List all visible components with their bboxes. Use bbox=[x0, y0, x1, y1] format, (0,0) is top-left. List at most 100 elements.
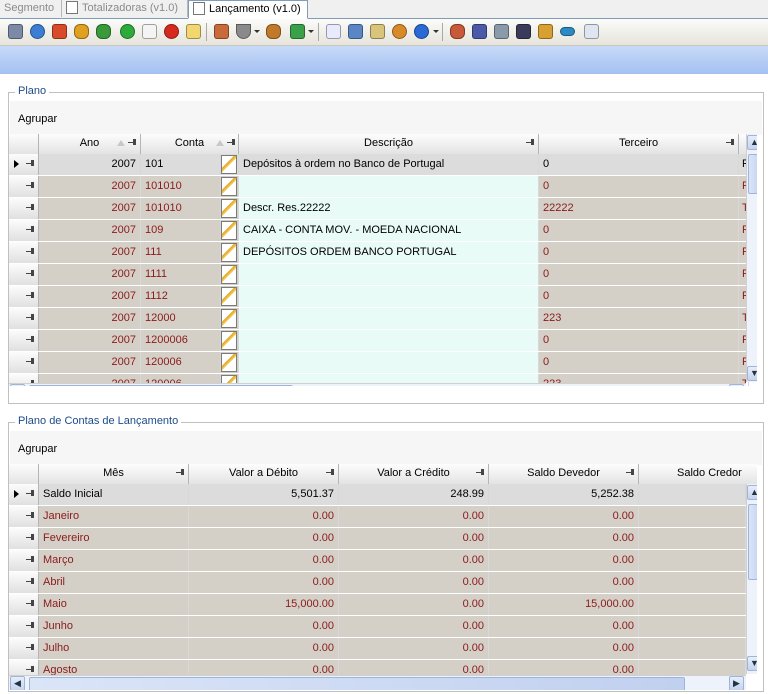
cell-conta[interactable]: 1200006 bbox=[141, 330, 221, 351]
plano-horizontal-scrollbar[interactable]: ◀ ▶ bbox=[9, 383, 746, 386]
column-header-mes[interactable]: Mês bbox=[39, 464, 189, 484]
cell-valor-credito[interactable]: 0.00 bbox=[339, 506, 489, 527]
cell-mes[interactable]: Abril bbox=[39, 572, 189, 593]
row-selector[interactable] bbox=[9, 506, 39, 527]
cell-ano[interactable]: 2007 bbox=[39, 286, 141, 307]
cell-ano[interactable]: 2007 bbox=[39, 198, 141, 219]
filter-icon[interactable] bbox=[236, 24, 251, 39]
scroll-thumb[interactable] bbox=[748, 154, 757, 194]
pin-icon[interactable] bbox=[26, 270, 35, 278]
column-header-debito[interactable]: Valor a Débito bbox=[189, 464, 339, 484]
cell-ano[interactable]: 2007 bbox=[39, 242, 141, 263]
tab-lancamento[interactable]: Lançamento (v1.0) bbox=[188, 0, 308, 19]
cell-descricao[interactable] bbox=[239, 286, 539, 307]
row-selector[interactable] bbox=[9, 528, 39, 549]
table-row[interactable]: 2007 109 CAIXA - CONTA MOV. - MOEDA NACION… bbox=[9, 220, 749, 242]
tab-segmento[interactable]: Segmento bbox=[0, 0, 62, 17]
plano-vertical-scrollbar[interactable]: ▲ ▼ bbox=[746, 134, 757, 382]
cell-ano[interactable]: 2007 bbox=[39, 330, 141, 351]
table-row[interactable]: 200711110F bbox=[9, 264, 749, 286]
row-selector[interactable] bbox=[9, 616, 39, 637]
pin-icon[interactable] bbox=[26, 578, 35, 586]
pin-icon[interactable] bbox=[26, 512, 35, 520]
column-header-credito[interactable]: Valor a Crédito bbox=[339, 464, 489, 484]
pin-icon[interactable] bbox=[26, 292, 35, 300]
row-selector[interactable] bbox=[9, 176, 39, 197]
pin-icon[interactable] bbox=[26, 204, 35, 212]
cell-valor-debito[interactable]: 0.00 bbox=[189, 550, 339, 571]
cell-mes[interactable]: Junho bbox=[39, 616, 189, 637]
cell-terceiro[interactable]: 0 bbox=[539, 154, 739, 175]
tab-totalizadoras[interactable]: Totalizadoras (v1.0) bbox=[62, 0, 188, 17]
cell-mes[interactable]: Fevereiro bbox=[39, 528, 189, 549]
cell-valor-debito[interactable]: 0.00 bbox=[189, 616, 339, 637]
scroll-up-button[interactable]: ▲ bbox=[747, 485, 757, 500]
row-selector[interactable] bbox=[9, 242, 39, 263]
people-icon[interactable] bbox=[266, 24, 281, 39]
cell-saldo-credor[interactable] bbox=[639, 528, 746, 549]
cell-valor-debito[interactable]: 0.00 bbox=[189, 528, 339, 549]
cell-valor-credito[interactable]: 0.00 bbox=[339, 638, 489, 659]
cell-terceiro[interactable]: 0 bbox=[539, 220, 739, 241]
scroll-down-button[interactable]: ▼ bbox=[747, 656, 757, 671]
cell-descricao[interactable]: CAIXA - CONTA MOV. - MOEDA NACIONAL bbox=[239, 220, 539, 241]
pin-icon[interactable] bbox=[26, 666, 35, 674]
cell-terceiro[interactable]: 0 bbox=[539, 352, 739, 373]
cell-saldo-devedor[interactable]: 5,252.38 bbox=[489, 484, 639, 505]
table-row[interactable]: 200712000060F bbox=[9, 330, 749, 352]
cell-valor-debito[interactable]: 0.00 bbox=[189, 572, 339, 593]
table-row[interactable]: 20071200060F bbox=[9, 352, 749, 374]
help-icon[interactable] bbox=[414, 24, 429, 39]
row-selector[interactable] bbox=[9, 572, 39, 593]
cell-terceiro[interactable]: 22222 bbox=[539, 198, 739, 219]
column-header-descricao[interactable]: Descrição bbox=[239, 134, 539, 154]
cell-saldo-devedor[interactable]: 0.00 bbox=[489, 528, 639, 549]
cell-saldo-credor[interactable] bbox=[639, 506, 746, 527]
cell-conta[interactable]: 120006 bbox=[141, 352, 221, 373]
cell-saldo-credor[interactable] bbox=[639, 550, 746, 571]
cell-icon[interactable] bbox=[221, 308, 239, 329]
pin-icon[interactable] bbox=[176, 469, 185, 477]
column-header-devedor[interactable]: Saldo Devedor bbox=[489, 464, 639, 484]
scroll-thumb[interactable] bbox=[29, 385, 293, 386]
pin-icon[interactable] bbox=[128, 139, 137, 147]
pin-icon[interactable] bbox=[26, 556, 35, 564]
save-icon[interactable] bbox=[8, 24, 23, 39]
pin-icon[interactable] bbox=[26, 534, 35, 542]
cell-conta[interactable]: 109 bbox=[141, 220, 221, 241]
cell-icon[interactable] bbox=[221, 242, 239, 263]
contacts-icon[interactable] bbox=[450, 24, 465, 39]
row-selector[interactable] bbox=[9, 352, 39, 373]
table-row[interactable]: 20071010100F bbox=[9, 176, 749, 198]
cell-valor-debito[interactable]: 15,000.00 bbox=[189, 594, 339, 615]
cell-terceiro[interactable]: 0 bbox=[539, 264, 739, 285]
cell-valor-credito[interactable]: 0.00 bbox=[339, 616, 489, 637]
scroll-down-button[interactable]: ▼ bbox=[747, 366, 757, 381]
cell-descricao[interactable]: Depósitos à ordem no Banco de Portugal bbox=[239, 154, 539, 175]
pin-icon[interactable] bbox=[26, 248, 35, 256]
cell-mes[interactable]: Janeiro bbox=[39, 506, 189, 527]
cell-descricao[interactable]: Descr. Res.22222 bbox=[239, 198, 539, 219]
import-dropdown-arrow[interactable] bbox=[308, 30, 314, 33]
cell-valor-credito[interactable]: 0.00 bbox=[339, 594, 489, 615]
cell-conta[interactable]: 1112 bbox=[141, 286, 221, 307]
scroll-left-button[interactable]: ◀ bbox=[10, 384, 25, 386]
table-row[interactable]: Abril 0.00 0.00 0.00 bbox=[9, 572, 746, 594]
scroll-right-button[interactable]: ▶ bbox=[729, 676, 744, 690]
cell-ano[interactable]: 2007 bbox=[39, 264, 141, 285]
table-row[interactable]: Maio 15,000.00 0.00 15,000.00 bbox=[9, 594, 746, 616]
column-header-ano[interactable]: Ano bbox=[39, 134, 141, 154]
cell-saldo-devedor[interactable]: 0.00 bbox=[489, 638, 639, 659]
users-icon[interactable] bbox=[74, 24, 89, 39]
calculator-icon[interactable] bbox=[348, 24, 363, 39]
cell-valor-credito[interactable]: 0.00 bbox=[339, 572, 489, 593]
cell-descricao[interactable] bbox=[239, 176, 539, 197]
pin-icon[interactable] bbox=[26, 644, 35, 652]
pin-icon[interactable] bbox=[326, 469, 335, 477]
pin-icon[interactable] bbox=[626, 469, 635, 477]
cell-icon[interactable] bbox=[221, 286, 239, 307]
column-header-terceiro[interactable]: Terceiro bbox=[539, 134, 739, 154]
scroll-left-button[interactable]: ◀ bbox=[10, 676, 25, 690]
table-row[interactable]: 200712000223T bbox=[9, 308, 749, 330]
cell-conta[interactable]: 12000 bbox=[141, 308, 221, 329]
